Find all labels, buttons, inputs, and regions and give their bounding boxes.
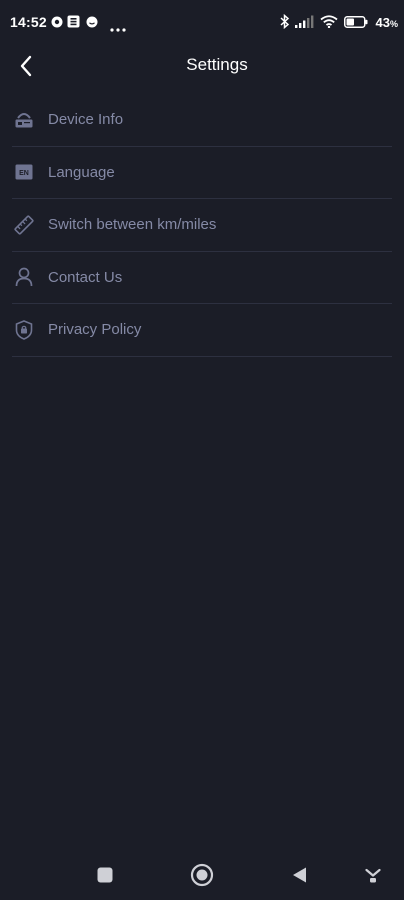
recents-button[interactable] bbox=[92, 862, 118, 888]
device-icon bbox=[14, 110, 34, 130]
menu-item-device-info[interactable]: Device Info bbox=[12, 94, 392, 147]
menu-item-label: Language bbox=[48, 163, 115, 181]
menu-item-contact-us[interactable]: Contact Us bbox=[12, 252, 392, 304]
menu-item-label: Device Info bbox=[48, 111, 124, 129]
signal-icon bbox=[295, 15, 315, 33]
page-title: Settings bbox=[186, 55, 248, 74]
square-icon bbox=[97, 867, 113, 883]
notif-face-icon bbox=[86, 15, 98, 33]
more-dots-icon bbox=[110, 19, 126, 37]
menu-item-label: Contact Us bbox=[48, 268, 123, 286]
notif-box-icon bbox=[67, 15, 80, 33]
battery-icon bbox=[344, 15, 368, 33]
app-header: Settings bbox=[0, 44, 404, 88]
status-bar: 14:52 43% bbox=[0, 0, 404, 44]
circle-icon bbox=[190, 863, 214, 887]
person-icon bbox=[14, 267, 34, 287]
menu-item-privacy-policy[interactable]: Privacy Policy bbox=[12, 304, 392, 357]
status-time: 14:52 bbox=[10, 14, 47, 30]
back-nav-button[interactable] bbox=[286, 862, 312, 888]
shield-icon bbox=[14, 319, 34, 340]
svg-text:EN: EN bbox=[19, 170, 29, 177]
settings-menu: Device Info EN Language Switch between k… bbox=[12, 94, 392, 357]
home-button[interactable] bbox=[189, 862, 215, 888]
chevron-down-icon bbox=[365, 868, 381, 883]
menu-item-label: Privacy Policy bbox=[48, 321, 142, 339]
triangle-back-icon bbox=[293, 867, 306, 883]
hide-nav-button[interactable] bbox=[360, 862, 386, 888]
system-nav-bar bbox=[0, 848, 404, 900]
wifi-icon bbox=[320, 15, 338, 33]
notif-badge-icon bbox=[51, 15, 63, 33]
ruler-icon bbox=[14, 215, 34, 235]
language-icon: EN bbox=[14, 162, 34, 182]
menu-item-units[interactable]: Switch between km/miles bbox=[12, 199, 392, 252]
battery-percentage: 43% bbox=[375, 15, 398, 30]
bluetooth-icon bbox=[280, 13, 290, 34]
menu-item-language[interactable]: EN Language bbox=[12, 147, 392, 199]
menu-item-label: Switch between km/miles bbox=[48, 216, 217, 234]
